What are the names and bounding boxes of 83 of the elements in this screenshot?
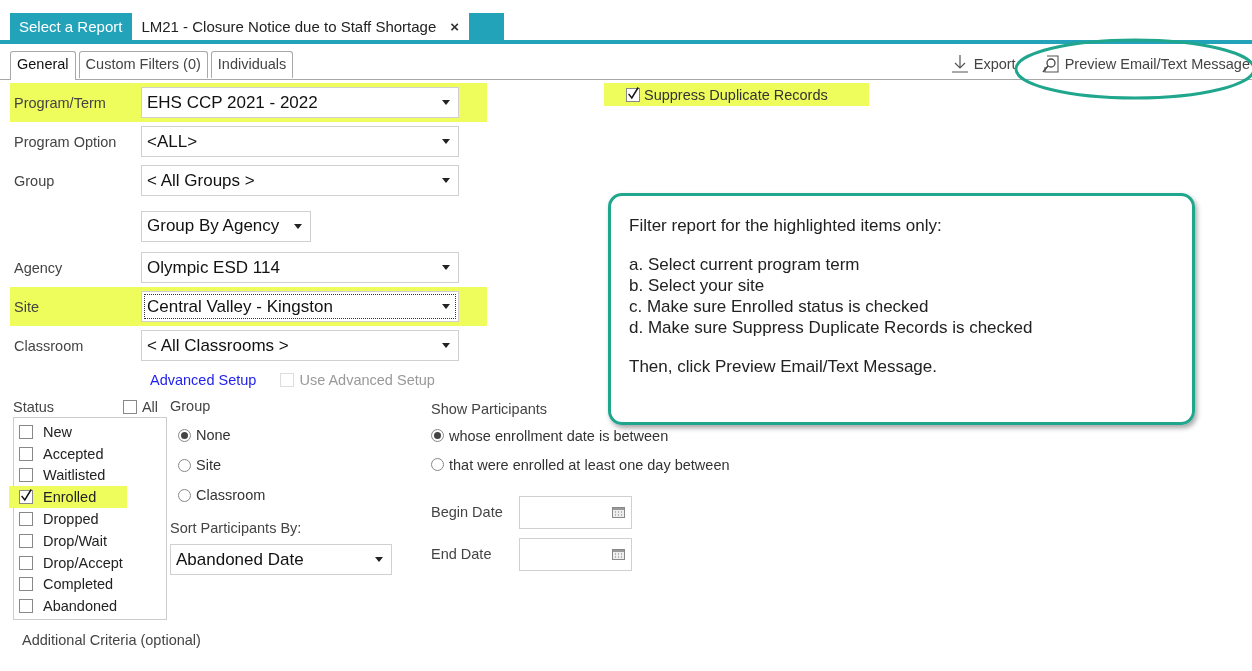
sort-label: Sort Participants By: xyxy=(170,520,303,538)
radio-label: whose enrollment date is between xyxy=(449,427,669,444)
date-field[interactable] xyxy=(519,495,632,529)
radio-button[interactable] xyxy=(431,429,444,442)
caret-icon xyxy=(294,223,302,229)
dropdown[interactable]: <ALL> xyxy=(141,126,459,157)
radio-label: None xyxy=(196,427,231,443)
caret-icon xyxy=(442,139,450,144)
checkbox-label: Drop/Wait xyxy=(43,532,107,549)
caret-icon xyxy=(375,557,383,562)
callout-text: c. Make sure Enrolled status is checked xyxy=(629,297,930,317)
radio-label: Site xyxy=(196,457,221,473)
download-icon xyxy=(951,55,968,73)
caret-icon xyxy=(442,178,450,183)
callout-text: d. Make sure Suppress Duplicate Records is checked xyxy=(629,318,1034,338)
checkbox[interactable] xyxy=(19,490,33,505)
caret-icon xyxy=(442,100,450,105)
checkbox-label: Completed xyxy=(43,576,114,593)
tab[interactable]: Individuals xyxy=(210,51,294,78)
callout-text: Then, click Preview Email/Text Message. xyxy=(629,357,938,377)
sort-dropdown[interactable]: Abandoned Date xyxy=(170,544,392,575)
field-label: Classroom xyxy=(14,337,85,354)
checkbox-label: Dropped xyxy=(43,511,99,528)
dropdown[interactable]: EHS CCP 2021 - 2022 xyxy=(141,87,459,118)
callout-text: b. Select your site xyxy=(629,276,766,296)
checkbox-label: Accepted xyxy=(43,445,104,462)
status-label: Status xyxy=(13,399,55,415)
radio-button[interactable] xyxy=(431,458,444,471)
checkbox[interactable] xyxy=(19,424,33,439)
radio-label: Classroom xyxy=(196,487,266,503)
checkbox[interactable] xyxy=(19,533,33,548)
field-label: Program Option xyxy=(14,133,118,150)
tab[interactable]: Custom Filters (0) xyxy=(78,51,208,78)
date-label: End Date xyxy=(431,546,493,562)
field-label: Agency xyxy=(14,259,64,276)
radio-button[interactable] xyxy=(178,458,191,472)
check-icon xyxy=(20,488,32,504)
date-label: Begin Date xyxy=(431,504,504,520)
checkbox[interactable] xyxy=(19,555,33,570)
checkbox[interactable] xyxy=(19,446,33,461)
dropdown[interactable]: < All Groups > xyxy=(141,165,459,196)
export-button[interactable]: Export xyxy=(951,55,1016,73)
checkbox[interactable] xyxy=(19,468,33,483)
caret-icon xyxy=(442,343,450,348)
checkbox[interactable] xyxy=(19,599,33,614)
calendar-icon xyxy=(612,506,625,518)
field-label: Program/Term xyxy=(14,94,107,111)
checkbox-label: Enrolled xyxy=(43,489,97,506)
checkbox[interactable] xyxy=(122,400,137,414)
tab[interactable]: General xyxy=(10,51,76,80)
field-label: Group xyxy=(14,172,56,189)
group-label: Group xyxy=(170,398,212,416)
dropdown[interactable]: Olympic ESD 114 xyxy=(141,252,459,283)
dropdown[interactable]: Central Valley - Kingston xyxy=(141,291,459,322)
radio-label: that were enrolled at least one day between xyxy=(449,456,730,473)
magnifier-icon xyxy=(1041,55,1059,73)
callout-text: a. Select current program term xyxy=(629,255,861,275)
caret-icon xyxy=(442,304,450,309)
show-participants-label: Show Participants xyxy=(431,401,549,419)
checkbox[interactable] xyxy=(19,512,33,527)
advanced-checkbox-label: Use Advanced Setup xyxy=(280,372,435,388)
field-label: Site xyxy=(14,298,40,315)
dropdown[interactable]: < All Classrooms > xyxy=(141,330,459,361)
report-tab[interactable]: LM21 - Closure Notice due to Staff Shortage × xyxy=(132,13,470,40)
calendar-icon xyxy=(612,548,625,560)
checkbox-label: Abandoned xyxy=(43,598,118,615)
check-icon xyxy=(627,85,639,101)
caret-icon xyxy=(442,265,450,270)
date-field[interactable] xyxy=(519,537,632,571)
callout-text: Filter report for the highlighted items only: xyxy=(629,216,943,236)
checkbox-label: New xyxy=(43,423,72,440)
additional-criteria-label: Additional Criteria (optional) xyxy=(21,632,202,649)
checkbox-label: Drop/Accept xyxy=(43,554,123,571)
close-icon[interactable]: × xyxy=(450,18,460,35)
checkbox-label: All xyxy=(141,399,158,415)
advanced-setup-link[interactable]: Advanced Setup xyxy=(150,372,257,388)
checkbox[interactable] xyxy=(626,87,640,102)
checkbox-label: Suppress Duplicate Records xyxy=(644,86,828,103)
group-by-dropdown[interactable]: Group By Agency xyxy=(141,210,311,242)
checkbox-label: Waitlisted xyxy=(43,467,106,484)
checkbox[interactable] xyxy=(19,577,33,592)
radio-button[interactable] xyxy=(178,428,191,442)
radio-button[interactable] xyxy=(178,488,191,502)
